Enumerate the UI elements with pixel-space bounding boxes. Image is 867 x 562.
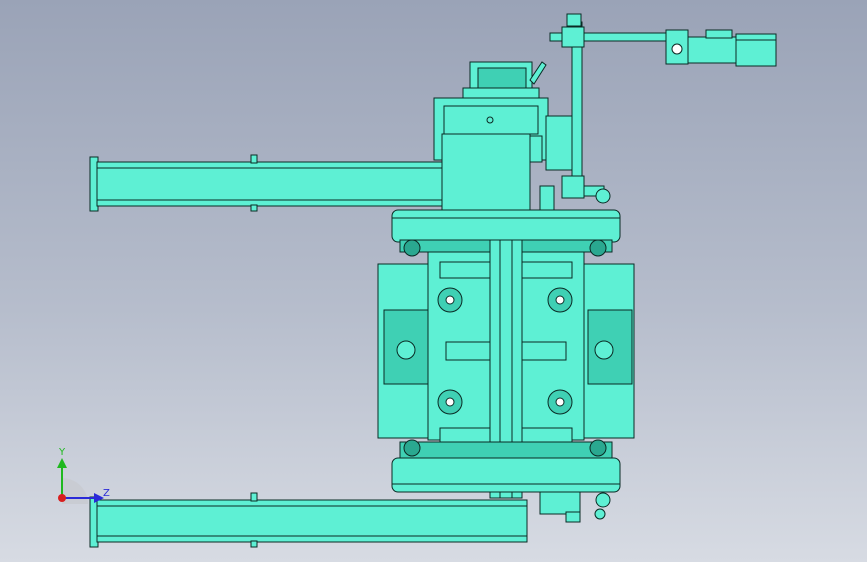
- top-flange-bolt: [403, 239, 421, 257]
- bottom-flange-bolt: [403, 439, 421, 457]
- bottom-flange-bolt: [589, 439, 607, 457]
- cad-viewport[interactable]: Y Z: [0, 0, 867, 562]
- top-flange-bolt: [589, 239, 607, 257]
- left-jaw-lower-pin: [445, 397, 455, 407]
- lower-arm[interactable]: [89, 492, 528, 548]
- right-jaw-lower-pin: [555, 397, 565, 407]
- side-motor-end-cap: [735, 33, 777, 41]
- gearbox-side-block: [529, 135, 543, 163]
- gearbox-bolt: [486, 116, 494, 124]
- gearbox-body: [441, 133, 531, 213]
- rod-clamp-top: [561, 26, 585, 48]
- triad-origin: [58, 494, 66, 502]
- rod-clamp-bottom: [561, 175, 585, 199]
- side-motor-pivot: [671, 43, 683, 55]
- side-motor[interactable]: [665, 29, 777, 67]
- rod-top-cap: [566, 13, 582, 27]
- bottom-flange-knob: [595, 492, 611, 508]
- right-housing-port: [594, 340, 614, 360]
- bottom-flange-disk: [391, 457, 621, 493]
- left-jaw-upper-pin: [445, 295, 455, 305]
- rear-block: [545, 115, 573, 171]
- side-motor-top: [705, 29, 733, 39]
- rod-knob: [595, 188, 611, 204]
- upper-arm-tab: [250, 154, 258, 164]
- bottom-flange-skirt: [399, 441, 613, 459]
- triad-y-label: Y: [58, 447, 66, 458]
- top-flange-disk: [391, 209, 621, 243]
- right-jaw-upper-pin: [555, 295, 565, 305]
- upper-arm-beam: [96, 161, 443, 207]
- left-housing-port: [396, 340, 416, 360]
- top-flange-post: [539, 185, 555, 211]
- bottom-flange-fitting: [539, 491, 581, 515]
- bottom-flange-knob-small: [594, 508, 606, 520]
- side-motor-body: [687, 36, 739, 64]
- bottom-flange-nut: [565, 511, 581, 523]
- motor-cap-inner: [477, 67, 527, 89]
- lower-arm-tab: [250, 492, 258, 502]
- upper-arm-tab: [250, 204, 258, 212]
- lower-arm-tab: [250, 540, 258, 548]
- triad-z-label: Z: [103, 488, 110, 499]
- side-motor-end: [735, 39, 777, 67]
- upper-arm[interactable]: [89, 154, 443, 212]
